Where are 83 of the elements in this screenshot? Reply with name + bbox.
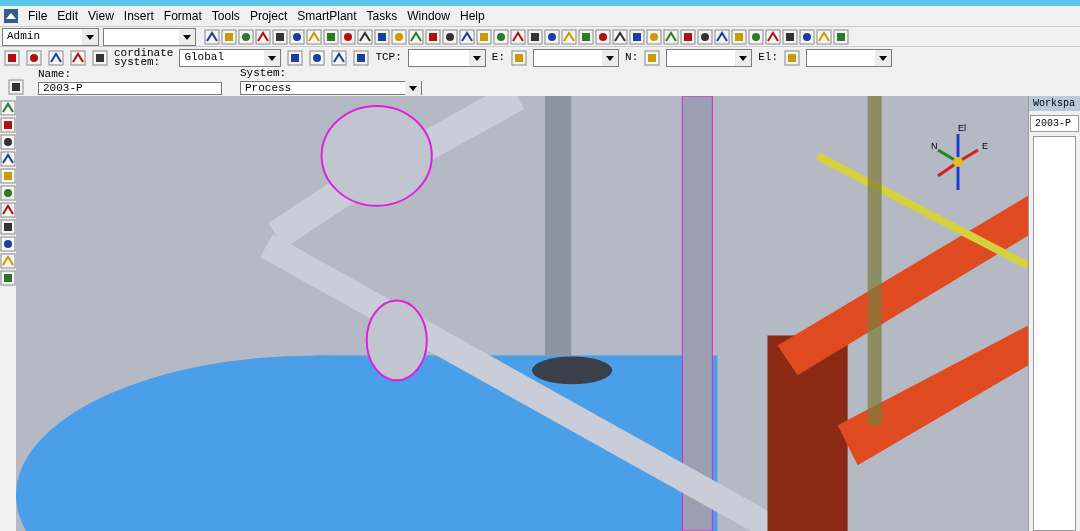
northing-dropdown[interactable] [666, 48, 753, 67]
tool-icon[interactable] [357, 28, 373, 45]
tool-icon[interactable] [0, 202, 16, 218]
panel-title: Workspa [1029, 96, 1080, 111]
tool-icon[interactable] [340, 28, 356, 45]
menu-item[interactable]: Window [407, 7, 450, 25]
workspace-filter-field[interactable]: 2003-P [1030, 115, 1079, 132]
tool-icon[interactable] [92, 49, 108, 66]
menu-item[interactable]: SmartPlant [297, 7, 357, 25]
elevation-dropdown[interactable] [806, 48, 893, 67]
menu-item[interactable]: File [28, 7, 48, 25]
tool-icon[interactable] [0, 100, 16, 116]
tool-icon[interactable] [782, 28, 798, 45]
tool-icon[interactable] [0, 270, 16, 286]
menu-item[interactable]: Tasks [366, 7, 398, 25]
app-icon [4, 9, 18, 23]
tool-icon[interactable] [714, 28, 730, 45]
field-label: System: [240, 65, 288, 81]
tool-icon[interactable] [353, 49, 370, 66]
system-dropdown[interactable]: Process [240, 81, 422, 95]
field-label: TCP: [375, 50, 402, 66]
tool-icon[interactable] [425, 28, 441, 45]
tcp-dropdown[interactable] [407, 48, 486, 67]
tool-icon[interactable] [663, 28, 679, 45]
tool-icon[interactable] [255, 28, 271, 45]
tool-icon[interactable] [0, 219, 16, 235]
field-label: El: [758, 50, 779, 66]
tool-icon[interactable] [8, 79, 24, 95]
tool-icon[interactable] [0, 236, 16, 252]
tool-icon[interactable] [697, 28, 713, 45]
axis-label: El [958, 122, 966, 135]
tool-icon[interactable] [0, 185, 16, 201]
menu-item[interactable]: Edit [57, 7, 79, 25]
tool-icon[interactable] [680, 28, 696, 45]
tool-icon[interactable] [287, 49, 304, 66]
tool-icon[interactable] [374, 28, 390, 45]
tool-icon[interactable] [238, 28, 254, 45]
tool-icon[interactable] [578, 28, 594, 45]
tool-icon[interactable] [0, 134, 16, 150]
menu-item[interactable]: View [88, 7, 114, 25]
axis-label: E [982, 140, 988, 153]
menu-item[interactable]: Format [163, 7, 202, 25]
tool-icon[interactable] [459, 28, 475, 45]
tool-icon[interactable] [595, 28, 611, 45]
easting-dropdown[interactable] [533, 48, 620, 67]
menu-item[interactable]: Help [459, 7, 485, 25]
filter-dropdown[interactable] [103, 27, 196, 46]
field-label: system: [114, 57, 161, 67]
tool-icon[interactable] [272, 28, 288, 45]
tool-icon[interactable] [527, 28, 543, 45]
tool-icon[interactable] [70, 49, 86, 66]
tool-icon[interactable] [612, 28, 628, 45]
field-label: E: [491, 50, 506, 66]
field-label: cordinate [114, 48, 174, 58]
axis-label: N [931, 140, 938, 153]
tool-icon[interactable] [833, 28, 849, 45]
coordinate-system-dropdown[interactable]: Global [179, 48, 282, 67]
tool-icon[interactable] [331, 49, 348, 66]
tool-icon[interactable] [323, 28, 339, 45]
tool-icon[interactable] [799, 28, 815, 45]
tool-icon[interactable] [544, 28, 560, 45]
tool-icon[interactable] [408, 28, 424, 45]
field-label: Name: [38, 66, 72, 82]
tool-icon[interactable] [48, 49, 64, 66]
name-field[interactable]: 2003-P [38, 82, 222, 95]
tool-icon[interactable] [289, 28, 305, 45]
menu-item[interactable]: Tools [211, 7, 240, 25]
tool-icon[interactable] [0, 117, 16, 133]
tool-icon[interactable] [765, 28, 781, 45]
tool-icon[interactable] [26, 49, 42, 66]
tool-icon[interactable] [493, 28, 509, 45]
tool-icon[interactable] [4, 49, 20, 66]
tool-icon[interactable] [510, 28, 526, 45]
menu-item[interactable]: Insert [123, 7, 154, 25]
tool-icon[interactable] [748, 28, 764, 45]
field-label: N: [625, 50, 639, 66]
tool-icon[interactable] [442, 28, 458, 45]
menu-item[interactable]: Project [249, 7, 288, 25]
tool-icon[interactable] [204, 28, 220, 45]
tool-icon[interactable] [0, 151, 16, 167]
permission-group-dropdown[interactable]: Admin [2, 27, 99, 46]
tool-icon[interactable] [309, 49, 326, 66]
tool-icon[interactable] [629, 28, 645, 45]
